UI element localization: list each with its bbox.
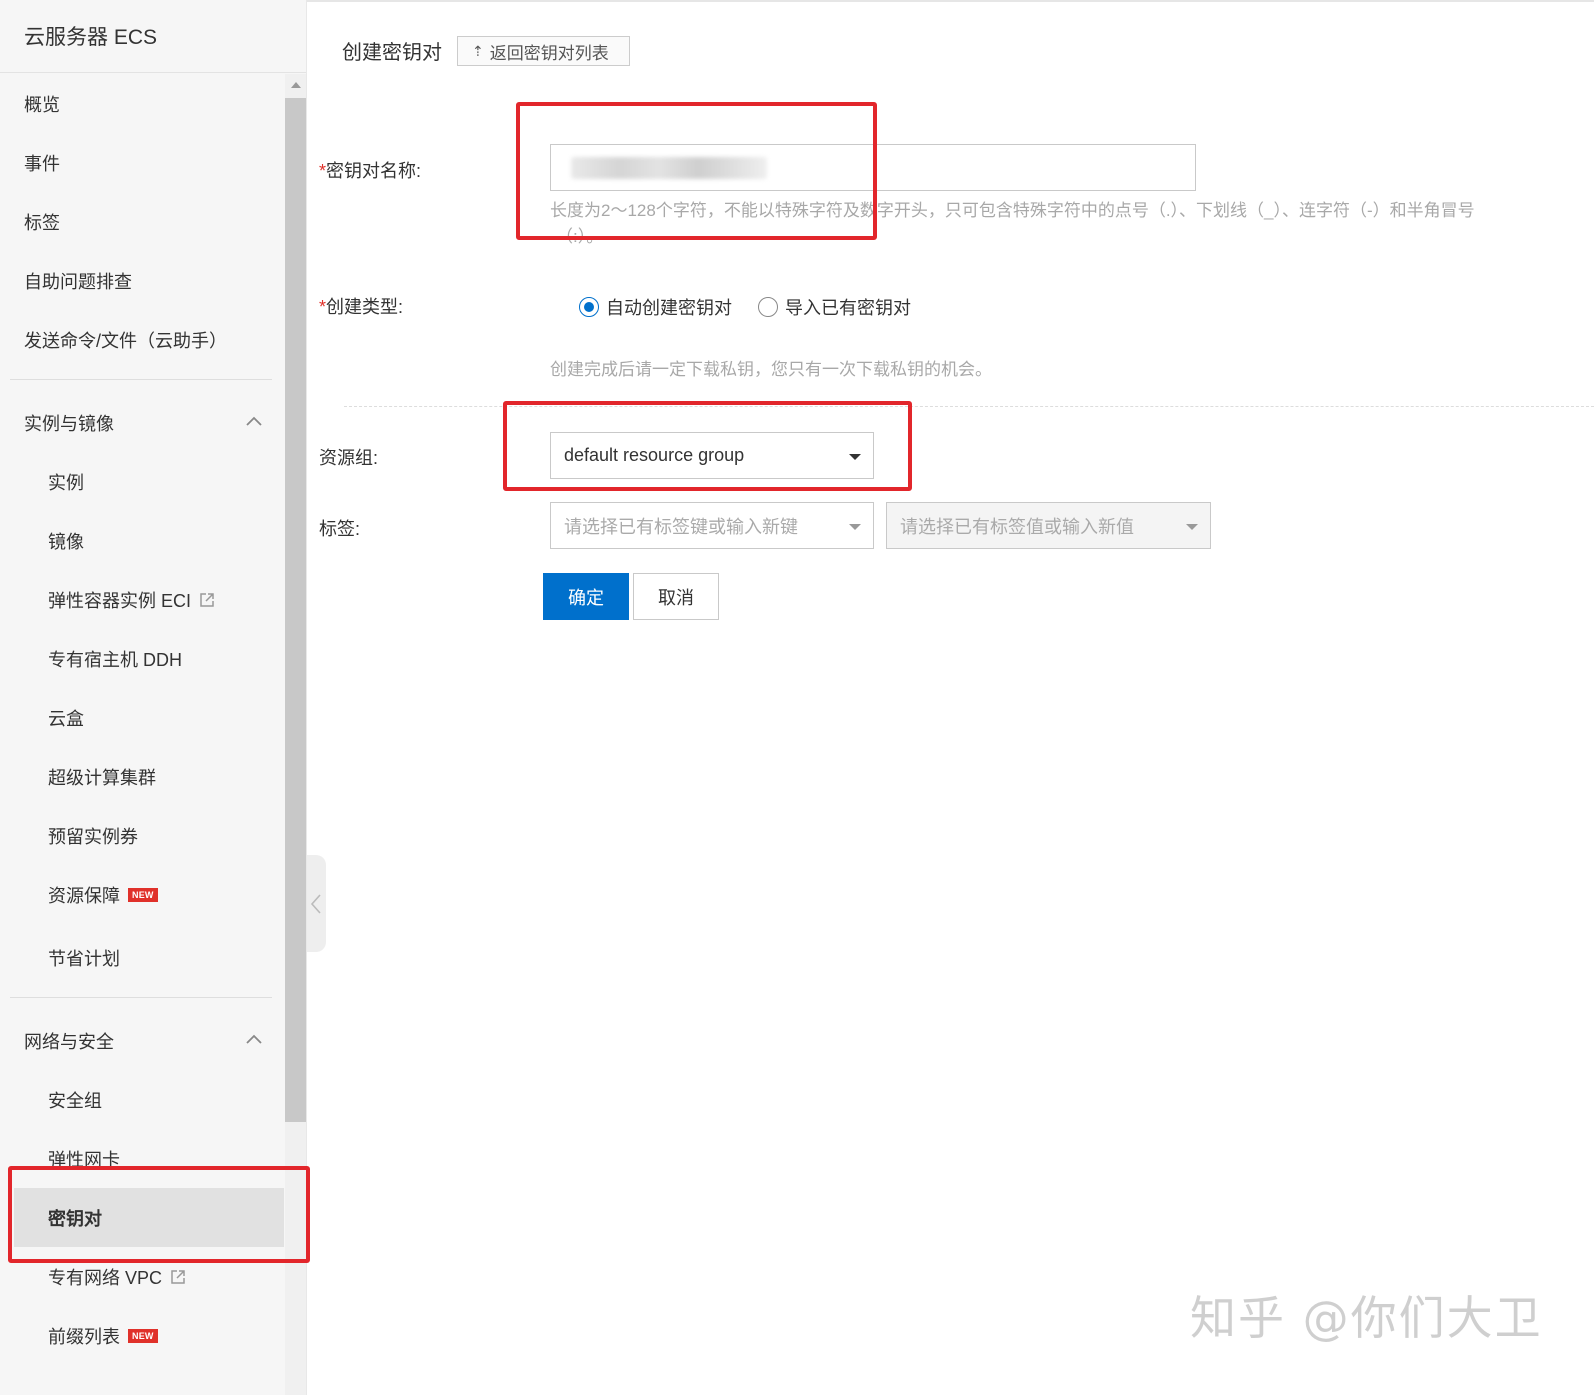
sidebar-divider [10,997,272,998]
sidebar-item-label: 预留实例券 [48,826,138,847]
sidebar-item-label: 节省计划 [48,948,120,969]
radio-checked-icon [579,297,599,317]
sidebar-item-label: 发送命令/文件（云助手） [24,330,227,351]
sidebar-group-label: 实例与镜像 [24,413,114,434]
scroll-up-arrow-icon[interactable] [291,82,301,88]
sidebar-item-label: 概览 [24,94,60,115]
sidebar-item-vpc[interactable]: 专有网络 VPC [0,1247,285,1306]
sidebar-scrollbar-thumb[interactable] [285,98,306,1122]
sidebar-item-savings-plan[interactable]: 节省计划 [0,928,285,987]
sidebar-item-label: 弹性网卡 [48,1149,120,1170]
new-badge: NEW [128,887,158,902]
sidebar-item-cloud-box[interactable]: 云盒 [0,688,285,747]
creation-type-label: *创建类型: [319,293,403,319]
radio-auto-create[interactable]: 自动创建密钥对 [579,294,732,320]
sidebar-item-label: 超级计算集群 [48,767,156,788]
sidebar-item-cloud-assistant[interactable]: 发送命令/文件（云助手） [0,310,285,369]
required-mark: * [319,161,327,181]
required-mark: * [319,297,327,317]
radio-label: 导入已有密钥对 [785,298,911,318]
sidebar-item-eci[interactable]: 弹性容器实例 ECI [0,570,285,629]
key-pair-name-label: *密钥对名称: [319,157,421,183]
sidebar-item-tags[interactable]: 标签 [0,192,285,251]
tags-label: 标签: [319,519,361,539]
back-to-key-pair-list-button[interactable]: ⇡ 返回密钥对列表 [457,36,630,66]
sidebar-scrollbar[interactable] [285,74,306,1395]
sidebar-item-key-pairs[interactable]: 密钥对 [14,1188,284,1247]
external-link-icon [171,1269,185,1284]
sidebar-item-label: 资源保障 [48,885,120,906]
sidebar-item-super-computing-cluster[interactable]: 超级计算集群 [0,747,285,806]
select-placeholder: 请选择已有标签值或输入新值 [900,516,1134,537]
chevron-left-icon [310,894,321,914]
radio-import-existing[interactable]: 导入已有密钥对 [758,294,911,320]
page-title: 创建密钥对 [342,42,442,64]
radio-unchecked-icon [758,297,778,317]
sidebar-item-label: 标签 [24,212,60,233]
external-link-icon [200,592,214,607]
sidebar-item-label: 专有网络 VPC [48,1267,163,1288]
sidebar-item-label: 实例 [48,472,84,493]
sidebar-group-label: 网络与安全 [24,1031,114,1052]
sidebar-item-label: 弹性容器实例 ECI [48,590,192,611]
back-button-label: 返回密钥对列表 [489,43,609,63]
sidebar-item-reserved-instances[interactable]: 预留实例券 [0,806,285,865]
sidebar-item-label: 安全组 [48,1090,102,1111]
sidebar-item-label: 镜像 [48,531,84,552]
radio-label: 自动创建密钥对 [606,298,732,318]
sidebar-collapse-toggle[interactable] [307,855,326,952]
new-badge: NEW [128,1328,158,1343]
chevron-up-icon [246,416,262,426]
watermark: 知乎 @你们大卫 [1190,1291,1543,1345]
tag-value-select[interactable]: 请选择已有标签值或输入新值 [886,502,1211,549]
sidebar-item-label: 云盒 [48,708,84,729]
name-hint: 长度为2～128个字符，不能以特殊字符及数字开头，只可包含特殊字符中的点号（.）… [550,201,1475,220]
resource-group-select[interactable]: default resource group [550,432,874,479]
sidebar-item-label: 密钥对 [48,1208,102,1229]
confirm-button[interactable]: 确定 [543,573,629,620]
sidebar-item-instances[interactable]: 实例 [0,452,285,511]
redacted-value [571,157,767,179]
sidebar-title: 云服务器 ECS [0,0,306,73]
sidebar-item-images[interactable]: 镜像 [0,511,285,570]
key-pair-name-input[interactable] [550,144,1196,191]
sidebar: 云服务器 ECS 概览 事件 标签 自助问题排查 发送命令/文件（云助手） 实例… [0,0,307,1395]
sidebar-item-label: 自助问题排查 [24,271,132,292]
caret-down-icon [849,524,861,530]
sidebar-item-label: 专有宿主机 DDH [48,649,182,670]
sidebar-item-eni[interactable]: 弹性网卡 [0,1129,285,1188]
name-hint-continued: （:）。 [556,227,604,246]
sidebar-group-network-security[interactable]: 网络与安全 [0,1011,285,1070]
caret-down-icon [849,454,861,460]
upload-arrow-icon: ⇡ [472,42,484,59]
sidebar-item-overview[interactable]: 概览 [0,74,285,133]
resource-group-label: 资源组: [319,448,379,468]
select-value: default resource group [564,445,745,465]
sidebar-divider [10,379,272,380]
sidebar-group-instances-images[interactable]: 实例与镜像 [0,393,285,452]
chevron-up-icon [246,1034,262,1044]
sidebar-item-label: 前缀列表 [48,1326,120,1347]
sidebar-item-security-groups[interactable]: 安全组 [0,1070,285,1129]
sidebar-item-resource-assurance[interactable]: 资源保障 NEW [0,865,285,924]
sidebar-item-troubleshoot[interactable]: 自助问题排查 [0,251,285,310]
creation-type-hint: 创建完成后请一定下载私钥，您只有一次下载私钥的机会。 [550,360,992,379]
tag-key-select[interactable]: 请选择已有标签键或输入新键 [550,502,874,549]
select-placeholder: 请选择已有标签键或输入新键 [564,516,798,537]
label-text: 密钥对名称: [326,161,422,181]
sidebar-item-ddh[interactable]: 专有宿主机 DDH [0,629,285,688]
sidebar-item-label: 事件 [24,153,60,174]
section-divider [344,406,1594,407]
caret-down-icon [1186,524,1198,530]
sidebar-item-prefix-lists[interactable]: 前缀列表 NEW [0,1306,285,1365]
label-text: 创建类型: [326,297,404,317]
sidebar-item-events[interactable]: 事件 [0,133,285,192]
cancel-button[interactable]: 取消 [633,573,719,620]
sidebar-nav: 概览 事件 标签 自助问题排查 发送命令/文件（云助手） 实例与镜像 实例 镜像… [0,74,285,1395]
